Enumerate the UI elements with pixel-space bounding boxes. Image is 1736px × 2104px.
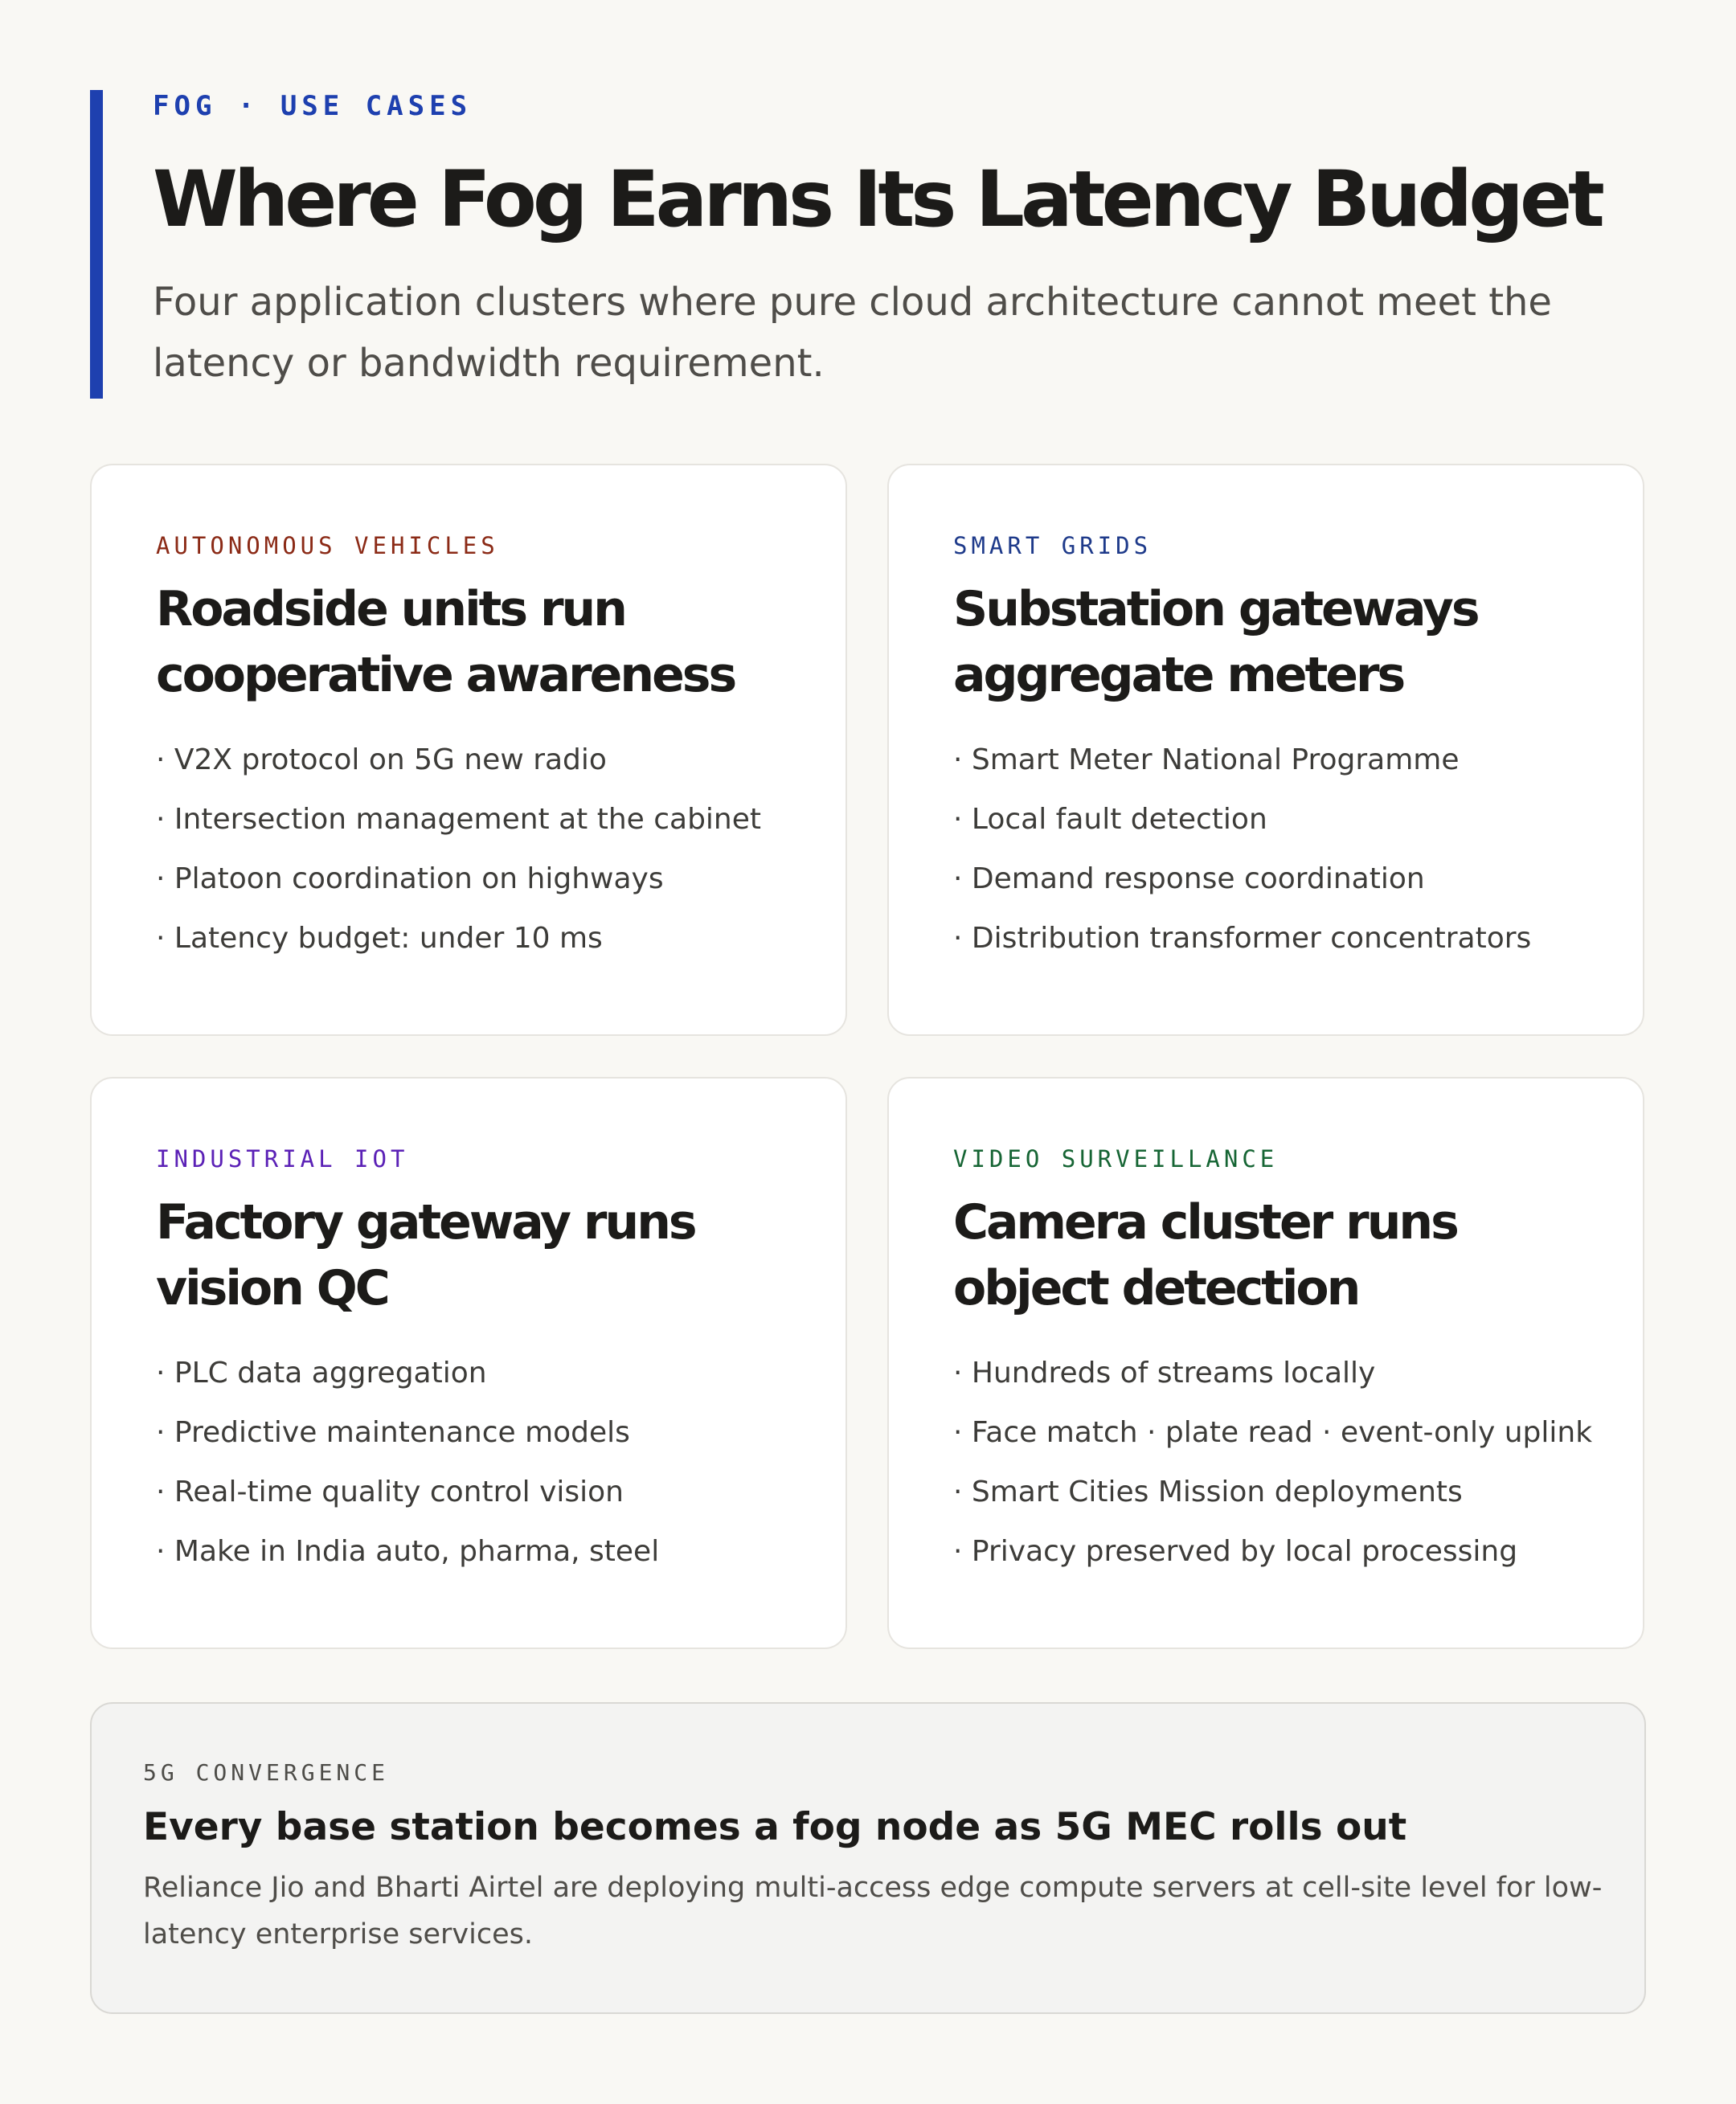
callout-body: Reliance Jio and Bharti Airtel are deplo…	[143, 1872, 1603, 1950]
list-item: Make in India auto, pharma, steel	[156, 1522, 659, 1582]
card-heading: Substation gateways aggregate meters	[953, 581, 1480, 703]
card-category-label: INDUSTRIAL IOT	[156, 1145, 409, 1173]
page-subtitle: Four application clusters where pure clo…	[153, 280, 1552, 386]
list-item: Real-time quality control vision	[156, 1463, 659, 1522]
page-header: FOG · USE CASES Where Fog Earns Its Late…	[90, 90, 1649, 399]
use-case-card-autonomous-vehicles: AUTONOMOUS VEHICLES Roadside units run c…	[90, 464, 847, 1036]
use-case-card-industrial-iot: INDUSTRIAL IOT Factory gateway runs visi…	[90, 1077, 847, 1649]
card-bullet-list: Hundreds of streams locally Face match ·…	[953, 1344, 1592, 1582]
list-item: PLC data aggregation	[156, 1344, 659, 1403]
list-item: Intersection management at the cabinet	[156, 790, 761, 849]
list-item: V2X protocol on 5G new radio	[156, 731, 761, 790]
page-title: Where Fog Earns Its Latency Budget	[153, 154, 1605, 244]
callout-title: Every base station becomes a fog node as…	[143, 1805, 1407, 1849]
card-category-label: SMART GRIDS	[953, 532, 1153, 559]
card-heading: Factory gateway runs vision QC	[156, 1194, 698, 1316]
list-item: Platoon coordination on highways	[156, 849, 761, 909]
eyebrow-label: FOG · USE CASES	[153, 90, 473, 122]
card-category-label: VIDEO SURVEILLANCE	[953, 1145, 1279, 1173]
card-heading: Roadside units run cooperative awareness	[156, 581, 737, 703]
list-item: Hundreds of streams locally	[953, 1344, 1592, 1403]
callout-label: 5G CONVERGENCE	[143, 1759, 390, 1786]
card-bullet-list: PLC data aggregation Predictive maintena…	[156, 1344, 659, 1582]
list-item: Privacy preserved by local processing	[953, 1522, 1592, 1582]
card-heading: Camera cluster runs object detection	[953, 1194, 1460, 1316]
list-item: Demand response coordination	[953, 849, 1531, 909]
list-item: Latency budget: under 10 ms	[156, 909, 761, 968]
list-item: Face match · plate read · event-only upl…	[953, 1403, 1592, 1463]
convergence-callout: 5G CONVERGENCE Every base station become…	[90, 1702, 1646, 2014]
list-item: Smart Meter National Programme	[953, 731, 1531, 790]
list-item: Smart Cities Mission deployments	[953, 1463, 1592, 1522]
card-bullet-list: Smart Meter National Programme Local fau…	[953, 731, 1531, 968]
list-item: Distribution transformer concentrators	[953, 909, 1531, 968]
use-case-card-video-surveillance: VIDEO SURVEILLANCE Camera cluster runs o…	[887, 1077, 1644, 1649]
use-case-card-smart-grids: SMART GRIDS Substation gateways aggregat…	[887, 464, 1644, 1036]
list-item: Predictive maintenance models	[156, 1403, 659, 1463]
list-item: Local fault detection	[953, 790, 1531, 849]
card-bullet-list: V2X protocol on 5G new radio Intersectio…	[156, 731, 761, 968]
card-category-label: AUTONOMOUS VEHICLES	[156, 532, 499, 559]
